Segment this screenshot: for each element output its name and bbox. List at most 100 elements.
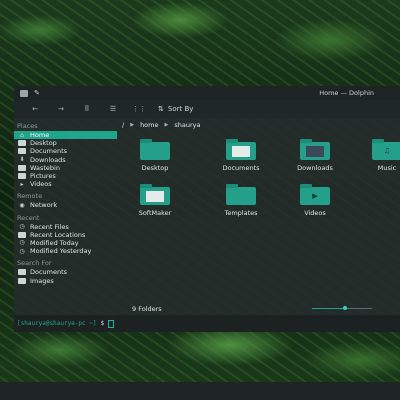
sidebar-item-label: Downloads: [30, 155, 66, 164]
folder-icon: [140, 139, 170, 160]
grid-icon: ⠿: [84, 105, 90, 113]
sidebar-item-label: Home: [30, 131, 50, 140]
sidebar-item-modified-today[interactable]: ◷ Modified Today: [14, 239, 117, 247]
sidebar-item-modified-yesterday[interactable]: ◷ Modified Yesterday: [14, 247, 117, 255]
sidebar-item-videos[interactable]: ▸ Videos: [14, 180, 117, 188]
chevron-right-icon: ▶: [164, 122, 169, 128]
breadcrumb: / ▶ home ▶ shaurya: [117, 118, 400, 132]
folder-templates[interactable]: Templates: [211, 184, 271, 217]
folder-videos[interactable]: ▶ Videos: [285, 184, 345, 217]
sidebar-item-label: Recent Files: [30, 222, 69, 231]
folder-icon: [140, 184, 170, 205]
icons-view-button[interactable]: ⠿: [74, 105, 100, 113]
terminal-panel[interactable]: [shaurya@shaurya-pc ~] $: [14, 315, 400, 332]
recent-files-icon: ◷: [19, 223, 25, 231]
folder-label: Templates: [224, 209, 258, 217]
pin-icon[interactable]: ✎: [34, 89, 40, 97]
folder-label: Videos: [304, 209, 326, 217]
forward-button[interactable]: →: [48, 105, 74, 113]
folder-icon: [226, 139, 256, 160]
sidebar-item-wastebin[interactable]: Wastebin: [14, 164, 117, 172]
sidebar-item-recent-files[interactable]: ◷ Recent Files: [14, 223, 117, 231]
sidebar-item-label: Recent Locations: [30, 230, 86, 239]
videos-icon: ▸: [20, 180, 24, 188]
folder-documents[interactable]: Documents: [211, 139, 271, 172]
documents-icon: [18, 148, 26, 155]
status-count: 9 Folders: [132, 305, 162, 313]
zoom-slider-handle[interactable]: [343, 306, 347, 310]
folder-softmaker[interactable]: SoftMaker: [125, 184, 185, 217]
places-section-label: Places: [17, 122, 38, 130]
folder-music[interactable]: ♫ Music: [357, 139, 400, 172]
list-icon: ☰: [109, 105, 117, 113]
downloads-icon: ⬇: [19, 156, 25, 164]
breadcrumb-item-shaurya[interactable]: shaurya: [174, 121, 200, 129]
sidebar-item-search-documents[interactable]: Documents: [14, 268, 117, 276]
terminal-cursor: [108, 319, 115, 328]
remote-section-label: Remote: [17, 192, 43, 201]
folder-label: Downloads: [297, 164, 333, 172]
folder-label: Music: [377, 164, 397, 172]
folder-label: Desktop: [141, 164, 169, 172]
pictures-icon: [18, 173, 26, 180]
desktop-icon: [18, 140, 26, 147]
breadcrumb-item-home[interactable]: home: [140, 121, 158, 129]
network-icon: ◉: [19, 201, 25, 209]
sort-icon: ⇅: [158, 105, 164, 113]
chevron-right-icon: ▶: [130, 122, 135, 128]
images-icon: [18, 277, 26, 284]
status-bar: 9 Folders: [117, 303, 400, 315]
clock-icon: ◷: [19, 247, 25, 255]
folder-icon: ♫: [372, 139, 400, 160]
music-note-icon: ♫: [383, 147, 391, 155]
file-view: / ▶ home ▶ shaurya Desktop Documents Dow…: [117, 118, 400, 302]
back-button[interactable]: ←: [22, 105, 48, 113]
title-bar: ✎ Home — Dolphin: [14, 86, 400, 100]
breadcrumb-root[interactable]: /: [122, 121, 124, 129]
taskbar: [0, 382, 400, 400]
terminal-prompt: [shaurya@shaurya-pc ~]: [17, 320, 97, 327]
window-title: Home — Dolphin: [319, 89, 374, 97]
dolphin-window: ✎ Home — Dolphin ← → ⠿ ☰ ⋮⋮ ⇅ Sort By Pl…: [14, 86, 400, 332]
video-icon: ▶: [312, 192, 318, 200]
sort-by-button[interactable]: ⇅ Sort By: [158, 105, 193, 113]
columns-icon: ⋮⋮: [132, 105, 146, 113]
sidebar-item-label: Wastebin: [30, 163, 60, 172]
sidebar-item-label: Modified Yesterday: [30, 247, 92, 256]
toolbar: ← → ⠿ ☰ ⋮⋮ ⇅ Sort By: [14, 100, 400, 118]
sidebar-item-network[interactable]: ◉ Network: [14, 201, 117, 209]
sidebar-item-label: Documents: [30, 147, 68, 156]
search-section-label: Search For: [17, 259, 52, 268]
sidebar-item-label: Documents: [30, 268, 68, 277]
sidebar-item-label: Videos: [30, 180, 52, 189]
folder-label: SoftMaker: [138, 209, 172, 217]
terminal-symbol: $: [100, 320, 105, 327]
folder-desktop[interactable]: Desktop: [125, 139, 185, 172]
sidebar-item-downloads[interactable]: ⬇ Downloads: [14, 156, 117, 164]
details-view-button[interactable]: ⋮⋮: [126, 105, 152, 113]
sidebar-item-search-images[interactable]: Images: [14, 276, 117, 285]
sidebar-item-home[interactable]: ⌂ Home: [14, 131, 117, 140]
sidebar-item-pictures[interactable]: Pictures: [14, 172, 117, 180]
folder-downloads[interactable]: Downloads: [285, 139, 345, 172]
sidebar-item-documents[interactable]: Documents: [14, 147, 117, 155]
sidebar-item-label: Modified Today: [30, 238, 79, 247]
compact-view-button[interactable]: ☰: [100, 105, 126, 113]
dolphin-app-icon[interactable]: [20, 89, 28, 97]
zoom-slider[interactable]: [312, 306, 372, 310]
folder-icon: ▶: [300, 184, 330, 205]
sidebar-item-label: Network: [30, 201, 58, 210]
sidebar-item-label: Images: [30, 276, 54, 285]
trash-icon: [18, 164, 26, 171]
clock-icon: ◷: [19, 239, 25, 247]
zoom-slider-fill: [312, 308, 345, 309]
folder-icon: [226, 184, 256, 205]
home-icon: ⌂: [20, 131, 24, 139]
recent-locations-icon: [18, 231, 26, 238]
sidebar-item-desktop[interactable]: Desktop: [14, 139, 117, 147]
sort-by-label: Sort By: [167, 105, 194, 113]
sidebar-item-recent-locations[interactable]: Recent Locations: [14, 231, 117, 239]
folder-icon: [300, 139, 330, 160]
places-panel: Places ⌂ Home Desktop Documents ⬇ Downlo…: [14, 118, 117, 302]
recent-section-label: Recent: [17, 213, 40, 222]
